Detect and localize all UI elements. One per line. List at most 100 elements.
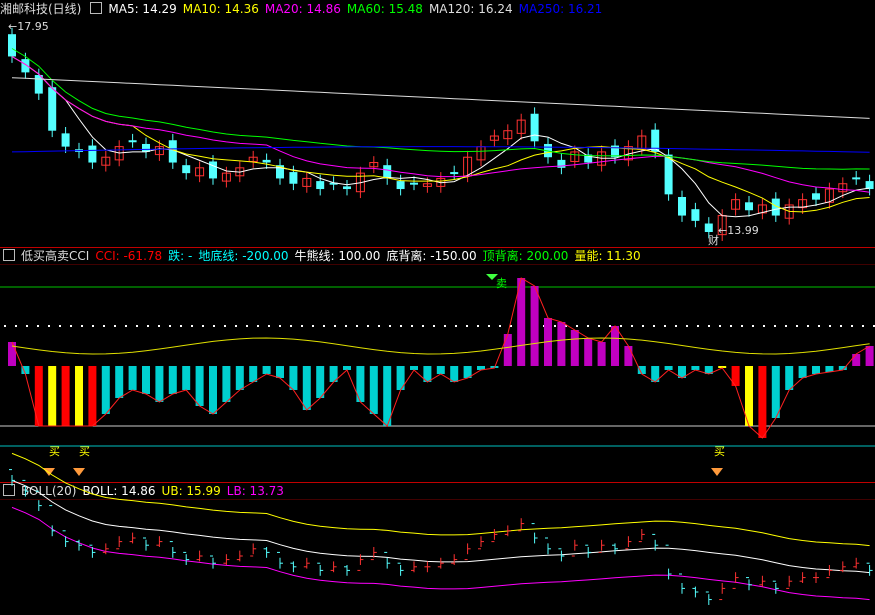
- cci-bar: [436, 366, 445, 374]
- finance-marker[interactable]: 财: [708, 232, 719, 248]
- bull-bear-dot: [92, 325, 94, 327]
- cci-bar: [584, 338, 593, 366]
- bull-bear-dot: [400, 325, 402, 327]
- bull-bear-dot: [158, 325, 160, 327]
- bull-bear-dot: [686, 325, 688, 327]
- bull-bear-dot: [378, 325, 380, 327]
- cci-bar: [664, 366, 673, 370]
- bull-bear-dot: [455, 325, 457, 327]
- bull-bear-dot: [829, 325, 831, 327]
- cci-bar: [812, 366, 820, 374]
- cci-bar: [597, 342, 606, 366]
- bull-bear-dot: [389, 325, 391, 327]
- bull-bear-dot: [763, 325, 765, 327]
- bull-bear-dot: [752, 325, 754, 327]
- bull-bear-dot: [59, 325, 61, 327]
- cci-bar: [101, 366, 110, 414]
- bull-bear-dot: [202, 325, 204, 327]
- cci-bar: [249, 366, 258, 382]
- buy-signal-label: 买: [79, 445, 90, 458]
- bull-bear-dot: [499, 325, 501, 327]
- candle-down: [21, 59, 30, 73]
- candle-down: [343, 186, 351, 190]
- candle-down: [61, 133, 70, 147]
- cci-bar: [168, 366, 177, 394]
- cci-bar: [865, 346, 874, 366]
- cci-bar: [785, 366, 794, 390]
- cci-bar: [852, 354, 861, 366]
- ma60-line: [11, 48, 870, 170]
- bull-bear-dot: [664, 325, 666, 327]
- bull-bear-dot: [653, 325, 655, 327]
- cci-bar: [570, 330, 579, 366]
- cci-bar: [530, 286, 539, 366]
- cci-bar: [8, 342, 16, 366]
- bull-bear-dot: [301, 325, 303, 327]
- bull-bear-dot: [862, 325, 864, 327]
- diamond-icon: [711, 468, 723, 476]
- bull-bear-dot: [631, 325, 633, 327]
- candle-down: [262, 159, 271, 163]
- cci-bar: [624, 346, 633, 366]
- bull-bear-dot: [411, 325, 413, 327]
- bull-bear-dot: [587, 325, 589, 327]
- bull-bear-dot: [785, 325, 787, 327]
- cci-bar: [155, 366, 164, 402]
- cci-bar: [88, 366, 97, 426]
- ma20-line: [11, 56, 870, 193]
- cci-bar: [316, 366, 325, 398]
- cci-bar: [450, 366, 459, 382]
- bull-bear-dot: [697, 325, 699, 327]
- cci-bar: [758, 366, 767, 438]
- bull-bear-dot: [598, 325, 600, 327]
- bull-bear-dot: [818, 325, 820, 327]
- candle-down: [745, 202, 753, 211]
- bull-bear-dot: [334, 325, 336, 327]
- bull-bear-dot: [37, 325, 39, 327]
- candle-down: [450, 172, 459, 175]
- cci-bar: [115, 366, 124, 398]
- bull-bear-dot: [466, 325, 468, 327]
- candle-down: [852, 177, 861, 180]
- candle-down: [289, 172, 298, 184]
- cci-bar: [383, 366, 392, 426]
- cci-bar: [195, 366, 204, 406]
- cci-bar: [276, 366, 284, 378]
- candle-down: [691, 209, 700, 221]
- candle-down: [865, 181, 874, 190]
- cci-bar: [771, 366, 780, 418]
- bull-bear-dot: [169, 325, 171, 327]
- bull-bear-dot: [840, 325, 842, 327]
- candle-down: [209, 161, 217, 179]
- buy-signal-label: 买: [714, 445, 725, 458]
- bull-bear-dot: [719, 325, 721, 327]
- candle-down: [530, 113, 539, 142]
- candle-down: [664, 154, 673, 195]
- bull-bear-dot: [576, 325, 578, 327]
- bull-bear-dot: [147, 325, 149, 327]
- bull-bear-dot: [477, 325, 479, 327]
- bull-bear-dot: [246, 325, 248, 327]
- bull-bear-dot: [48, 325, 50, 327]
- cci-bar: [557, 322, 566, 366]
- bull-bear-dot: [268, 325, 270, 327]
- bull-bear-dot: [708, 325, 710, 327]
- bull-bear-dot: [345, 325, 347, 327]
- bull-bear-dot: [312, 325, 314, 327]
- bull-bear-dot: [323, 325, 325, 327]
- cci-bar: [798, 366, 807, 378]
- bull-bear-dot: [642, 325, 644, 327]
- kline-chart-canvas[interactable]: [0, 0, 875, 615]
- bull-bear-dot: [554, 325, 556, 327]
- bull-bear-dot: [4, 325, 6, 327]
- bull-bear-dot: [70, 325, 72, 327]
- cci-bar: [209, 366, 217, 414]
- bull-bear-dot: [257, 325, 259, 327]
- bull-bear-dot: [125, 325, 127, 327]
- bull-bear-dot: [213, 325, 215, 327]
- candle-down: [678, 197, 686, 216]
- cci-bar: [262, 366, 271, 374]
- bull-bear-dot: [114, 325, 116, 327]
- candle-down: [8, 34, 16, 57]
- bull-bear-dot: [620, 325, 622, 327]
